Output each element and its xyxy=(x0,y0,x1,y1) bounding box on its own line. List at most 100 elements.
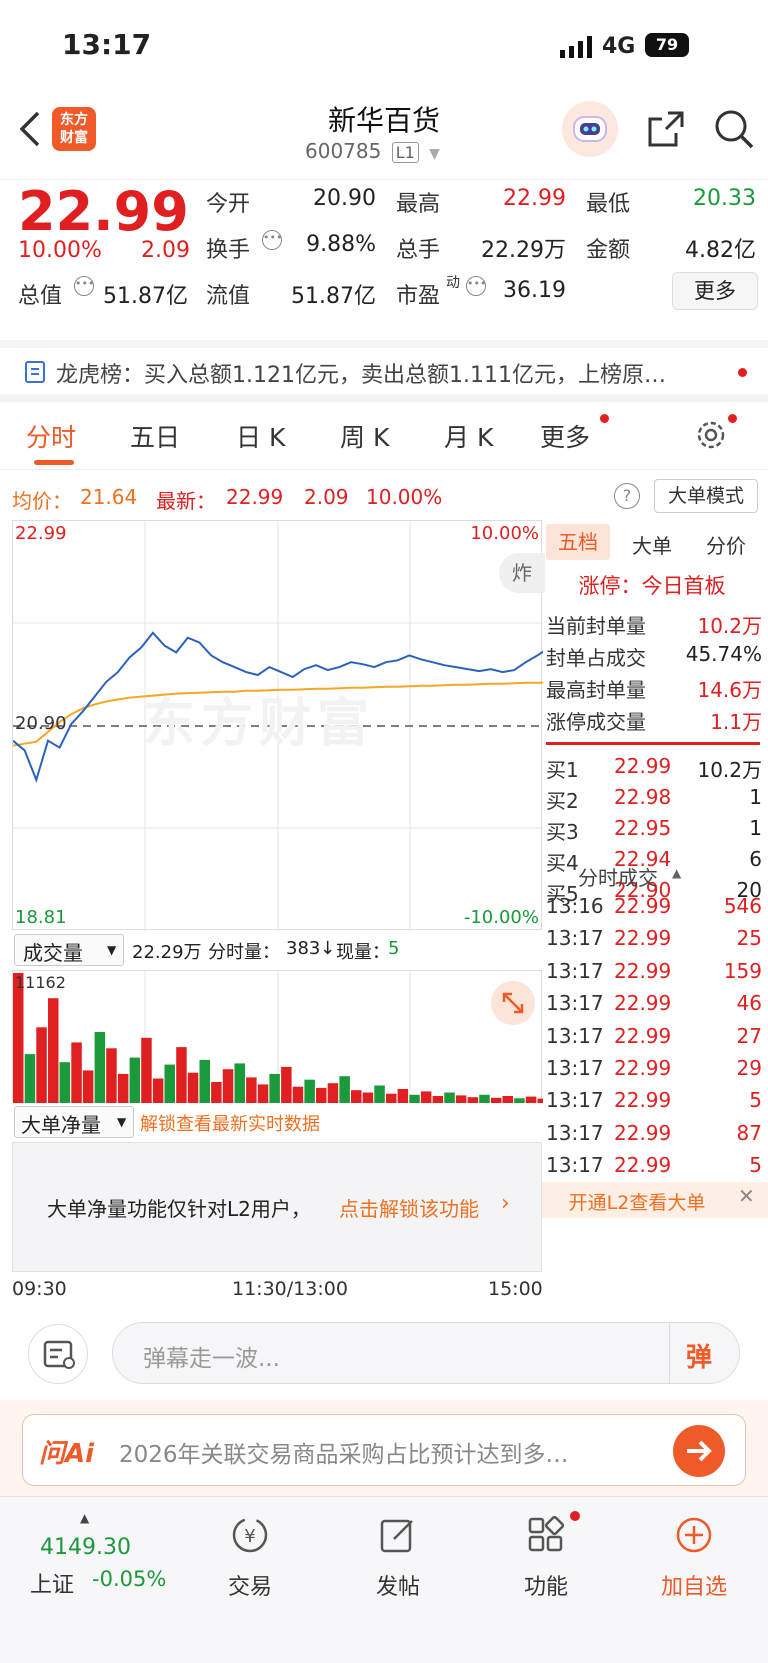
float-label: 流值 xyxy=(206,284,251,309)
functions-button[interactable]: 功能 xyxy=(486,1513,606,1601)
tab-five-level[interactable]: 五档 xyxy=(546,524,610,560)
trades-title[interactable]: 分时成交 xyxy=(578,862,658,891)
volume-value: 22.29万 xyxy=(481,238,566,263)
bid-row[interactable]: 买1 22.99 10.2万 xyxy=(542,754,762,786)
status-time: 13:17 xyxy=(62,28,152,61)
l2-promo-banner[interactable]: 开通L2查看大单 ✕ xyxy=(542,1182,768,1218)
volume-bar xyxy=(48,998,59,1103)
bid-row[interactable]: 买3 22.95 1 xyxy=(542,816,762,848)
tab-price-dist[interactable]: 分价 xyxy=(706,530,746,559)
limit-stat-value: 10.2万 xyxy=(697,614,762,638)
limit-stat-label: 涨停成交量 xyxy=(546,710,646,734)
trade-price: 22.99 xyxy=(614,1088,672,1113)
unlock-realtime-link[interactable]: 解锁查看最新实时数据 xyxy=(140,1110,320,1136)
notification-dot xyxy=(600,414,609,423)
bid-volume: 6 xyxy=(749,847,762,871)
settings-gear-icon[interactable] xyxy=(694,418,728,456)
tab-monthly-k[interactable]: 月 K xyxy=(444,418,493,454)
time-axis: 09:30 11:30/13:00 15:00 xyxy=(12,1272,543,1306)
danmu-input[interactable]: 弹幕走一波... 弹 xyxy=(112,1322,740,1384)
limit-stat-value: 45.74% xyxy=(685,642,762,666)
level-badge: L1 xyxy=(391,142,419,163)
volume-bar xyxy=(24,1054,36,1103)
tab-daily-k[interactable]: 日 K xyxy=(236,418,285,454)
stock-code: 600785 xyxy=(305,139,382,163)
high-value: 22.99 xyxy=(503,186,566,211)
trade-price: 22.99 xyxy=(614,926,672,951)
stock-code-switch[interactable]: 600785 L1 ▼ xyxy=(305,139,440,163)
share-icon[interactable] xyxy=(646,107,688,153)
volume-chart-svg xyxy=(13,971,665,1103)
volume-bar xyxy=(292,1086,304,1103)
stock-header: 东方 财富 新华百货 600785 L1 ▼ xyxy=(0,95,768,180)
big-order-mode-button[interactable]: 大单模式 xyxy=(654,479,758,513)
volume-bar xyxy=(59,1062,71,1103)
trade-price: 22.99 xyxy=(614,958,672,983)
ask-ai-text: 2026年关联交易商品采购占比预计达到多… xyxy=(119,1442,569,1468)
tab-weekly-k[interactable]: 周 K xyxy=(340,418,389,454)
post-button[interactable]: 发帖 xyxy=(338,1513,458,1601)
caret-up-icon: ▲ xyxy=(80,1511,90,1525)
volume-bar xyxy=(246,1077,257,1103)
volume-bar xyxy=(351,1090,362,1103)
danmu-list-icon[interactable] xyxy=(28,1324,88,1384)
trade-button[interactable]: ¥ 交易 xyxy=(190,1513,310,1601)
bomb-button[interactable]: 炸 xyxy=(499,553,545,593)
bid-volume: 1 xyxy=(749,785,762,809)
volume-indicator-bar: 成交量 ▼ 22.29万 分时量： 383 ↓ 现量： 5 xyxy=(12,930,542,970)
avg-label: 均价： xyxy=(12,489,72,513)
info-dots-icon[interactable]: ••• xyxy=(262,230,282,250)
notification-dot xyxy=(728,414,737,423)
volume-bar xyxy=(129,1057,141,1103)
intraday-chart[interactable]: 东方财富 22.99 20.90 18.81 10.00% -10.00% 炸 xyxy=(12,520,656,931)
pct-top-label: 10.00% xyxy=(470,523,539,544)
index-widget[interactable]: ▲ 4149.30 上证 -0.05% xyxy=(30,1511,190,1598)
robot-assistant-icon[interactable] xyxy=(562,101,618,157)
volume-bar xyxy=(362,1092,374,1103)
trade-volume: 159 xyxy=(723,958,762,983)
more-button[interactable]: 更多 xyxy=(672,272,758,310)
trade-row: 13:16 22.99 546 xyxy=(542,894,762,926)
ask-ai-input[interactable]: 问Ai 2026年关联交易商品采购占比预计达到多… xyxy=(22,1414,746,1486)
tab-intraday[interactable]: 分时 xyxy=(26,418,76,454)
tab-big-order[interactable]: 大单 xyxy=(632,530,672,559)
bid-volume: 10.2万 xyxy=(697,758,762,782)
arrow-right-icon[interactable] xyxy=(673,1425,725,1477)
limit-stat-row: 最高封单量 14.6万 xyxy=(542,674,762,706)
volume-bar xyxy=(467,1097,479,1103)
search-icon[interactable] xyxy=(712,107,756,155)
caret-down-icon: ▼ xyxy=(107,943,117,957)
volume-bar xyxy=(94,1032,106,1103)
limit-stat-row: 当前封单量 10.2万 xyxy=(542,610,762,642)
trade-volume: 5 xyxy=(749,1153,762,1178)
help-icon[interactable]: ? xyxy=(614,483,640,509)
add-watchlist-button[interactable]: 加自选 xyxy=(634,1513,754,1601)
indicator-select-volume[interactable]: 成交量 ▼ xyxy=(14,934,124,966)
volume-bar xyxy=(397,1089,409,1103)
volume-bar xyxy=(176,1047,187,1103)
volume-chart[interactable]: 11162 xyxy=(12,970,665,1103)
tab-more[interactable]: 更多 xyxy=(540,418,590,454)
close-icon[interactable]: ✕ xyxy=(738,1184,755,1208)
pe-sup: 动 xyxy=(446,275,460,291)
bomb-label: 炸 xyxy=(512,561,532,585)
volume-bar xyxy=(187,1072,199,1103)
bid-row[interactable]: 买2 22.98 1 xyxy=(542,785,762,817)
expand-icon[interactable] xyxy=(491,981,535,1025)
tab-five-day[interactable]: 五日 xyxy=(130,418,180,454)
bid-price: 22.98 xyxy=(614,785,672,809)
volume-bar xyxy=(211,1082,222,1103)
indicator-select-big-order[interactable]: 大单净量 ▼ xyxy=(14,1106,134,1138)
caret-down-icon: ▼ xyxy=(429,146,440,162)
trade-row: 13:17 22.99 87 xyxy=(542,1121,762,1153)
unlock-feature-link[interactable]: 点击解锁该功能 xyxy=(339,1193,479,1222)
volume-total: 22.29万 xyxy=(132,942,202,963)
y-mid-label: 20.90 xyxy=(15,713,67,734)
volume-bar xyxy=(386,1093,397,1103)
dragon-tiger-banner[interactable]: 龙虎榜：买入总额1.121亿元，卖出总额1.111亿元，上榜原… xyxy=(0,340,768,402)
volume-bar xyxy=(444,1092,455,1103)
volume-bar xyxy=(234,1063,245,1103)
danmu-send-button[interactable]: 弹 xyxy=(669,1323,739,1383)
trade-row: 13:17 22.99 5 xyxy=(542,1153,762,1185)
trade-row: 13:17 22.99 25 xyxy=(542,926,762,958)
